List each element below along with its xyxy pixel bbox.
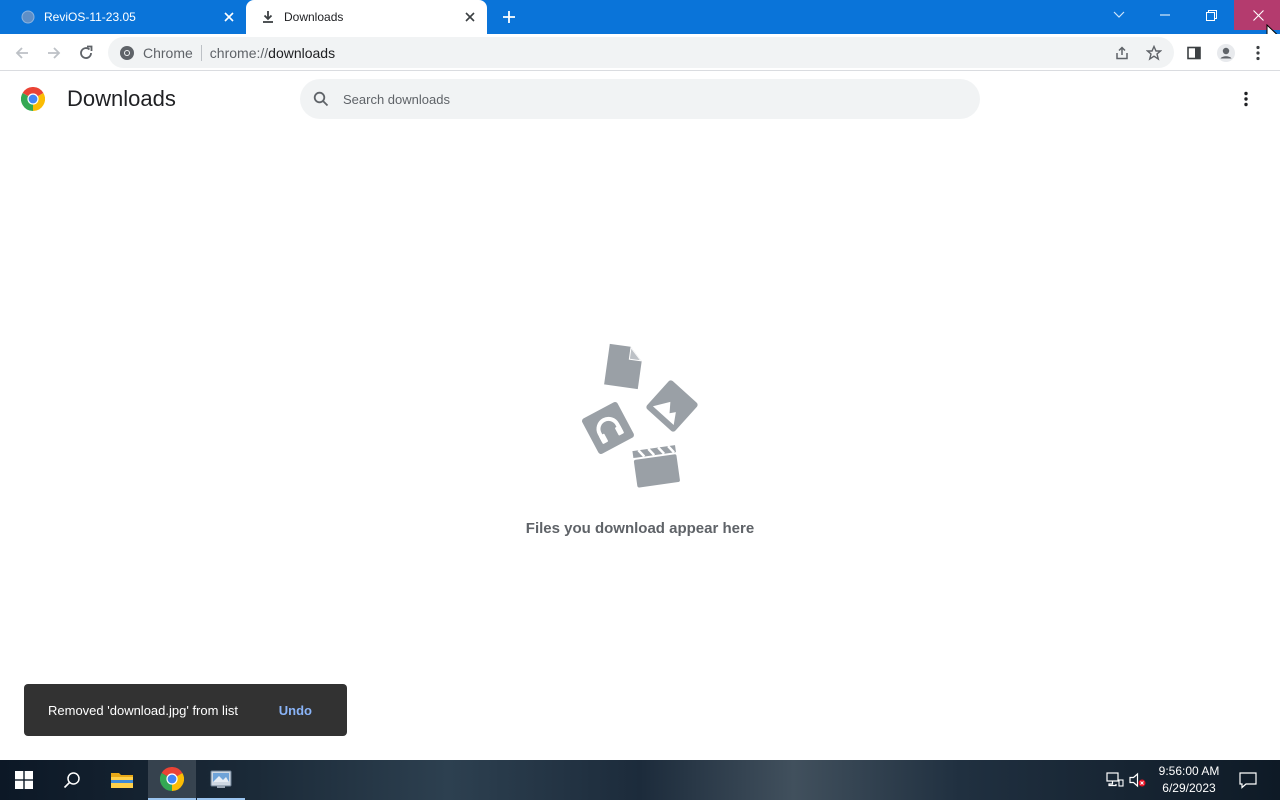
search-icon [63,772,80,789]
tab-title: ReviOS-11-23.05 [44,10,136,24]
chrome-taskbar-button[interactable] [148,760,196,800]
search-icon [313,91,329,107]
chrome-menu-button[interactable] [1244,39,1272,67]
site-chip[interactable]: Chrome [119,45,193,61]
chrome-icon [120,45,134,60]
profile-button[interactable] [1212,39,1240,67]
minimize-button[interactable] [1142,0,1188,30]
url-scheme: chrome:// [209,44,269,61]
url-host: downloads [268,44,336,61]
kebab-menu-icon [1244,91,1248,107]
plus-icon [503,11,515,23]
tab-search-button[interactable] [1096,0,1142,30]
taskbar-search-button[interactable] [48,760,96,800]
chevron-down-icon [1113,11,1125,18]
audio-icon [582,402,634,454]
minimize-icon [1160,14,1170,16]
arrow-right-icon [48,47,61,59]
start-button[interactable] [0,760,48,800]
close-icon [1252,9,1264,21]
windows-taskbar: 9:56:00 AM 6/29/2023 [0,760,1280,800]
arrow-left-icon [15,47,28,59]
title-bar: ReviOS-11-23.05 Downloads [0,0,1280,42]
notification-center-icon[interactable] [1238,770,1258,790]
windows-start-icon [15,771,33,789]
reload-button[interactable] [72,39,100,67]
site-chip-label: Chrome [143,44,193,61]
restore-button[interactable] [1188,0,1234,30]
tab-downloads[interactable]: Downloads [246,0,487,34]
kebab-menu-icon [1256,45,1260,61]
search-input[interactable] [343,91,943,107]
share-icon[interactable] [1110,41,1134,65]
back-button[interactable] [8,39,36,67]
removed-toast: Removed 'download.jpg' from list Undo [24,684,347,736]
document-icon [604,343,642,390]
url-text: chrome://downloads [210,45,335,61]
file-explorer-button[interactable] [98,760,146,800]
search-box[interactable] [300,79,980,119]
tab-close-icon[interactable] [220,8,238,26]
app-taskbar-button[interactable] [197,760,245,800]
toast-message: Removed 'download.jpg' from list [48,702,238,718]
download-icon [260,9,276,25]
video-icon [632,445,680,488]
volume-muted-icon[interactable] [1128,770,1148,790]
tab-close-icon[interactable] [461,8,479,26]
tab-title: Downloads [284,10,344,24]
clock-time: 9:56:00 AM [1158,764,1220,778]
forward-button[interactable] [40,39,68,67]
app-icon [210,770,232,788]
empty-state-message: Files you download appear here [525,520,755,537]
chrome-icon [160,767,184,791]
empty-downloads-illustration [582,343,698,488]
downloads-menu-button[interactable] [1234,87,1258,111]
undo-button[interactable]: Undo [279,703,312,718]
side-panel-button[interactable] [1180,39,1208,67]
address-bar[interactable]: Chrome chrome://downloads [108,37,1174,68]
globe-icon [20,9,36,25]
browser-toolbar: Chrome chrome://downloads [0,34,1280,71]
restore-icon [1205,9,1217,21]
new-tab-button[interactable] [498,6,520,28]
tab-revios[interactable]: ReviOS-11-23.05 [0,0,246,34]
avatar-icon [1217,44,1235,62]
image-icon [646,380,698,432]
page-title: Downloads [67,86,176,111]
file-explorer-icon [111,773,133,788]
clock-date: 6/29/2023 [1162,781,1216,795]
reload-icon [80,45,93,59]
bookmark-star-icon[interactable] [1142,41,1166,65]
divider [200,44,202,61]
system-clock[interactable]: 9:56:00 AM 6/29/2023 [1150,763,1228,797]
side-panel-icon [1187,46,1201,60]
network-icon[interactable] [1105,770,1125,790]
chrome-logo-icon [21,87,45,111]
downloads-header: Downloads [0,71,1280,127]
